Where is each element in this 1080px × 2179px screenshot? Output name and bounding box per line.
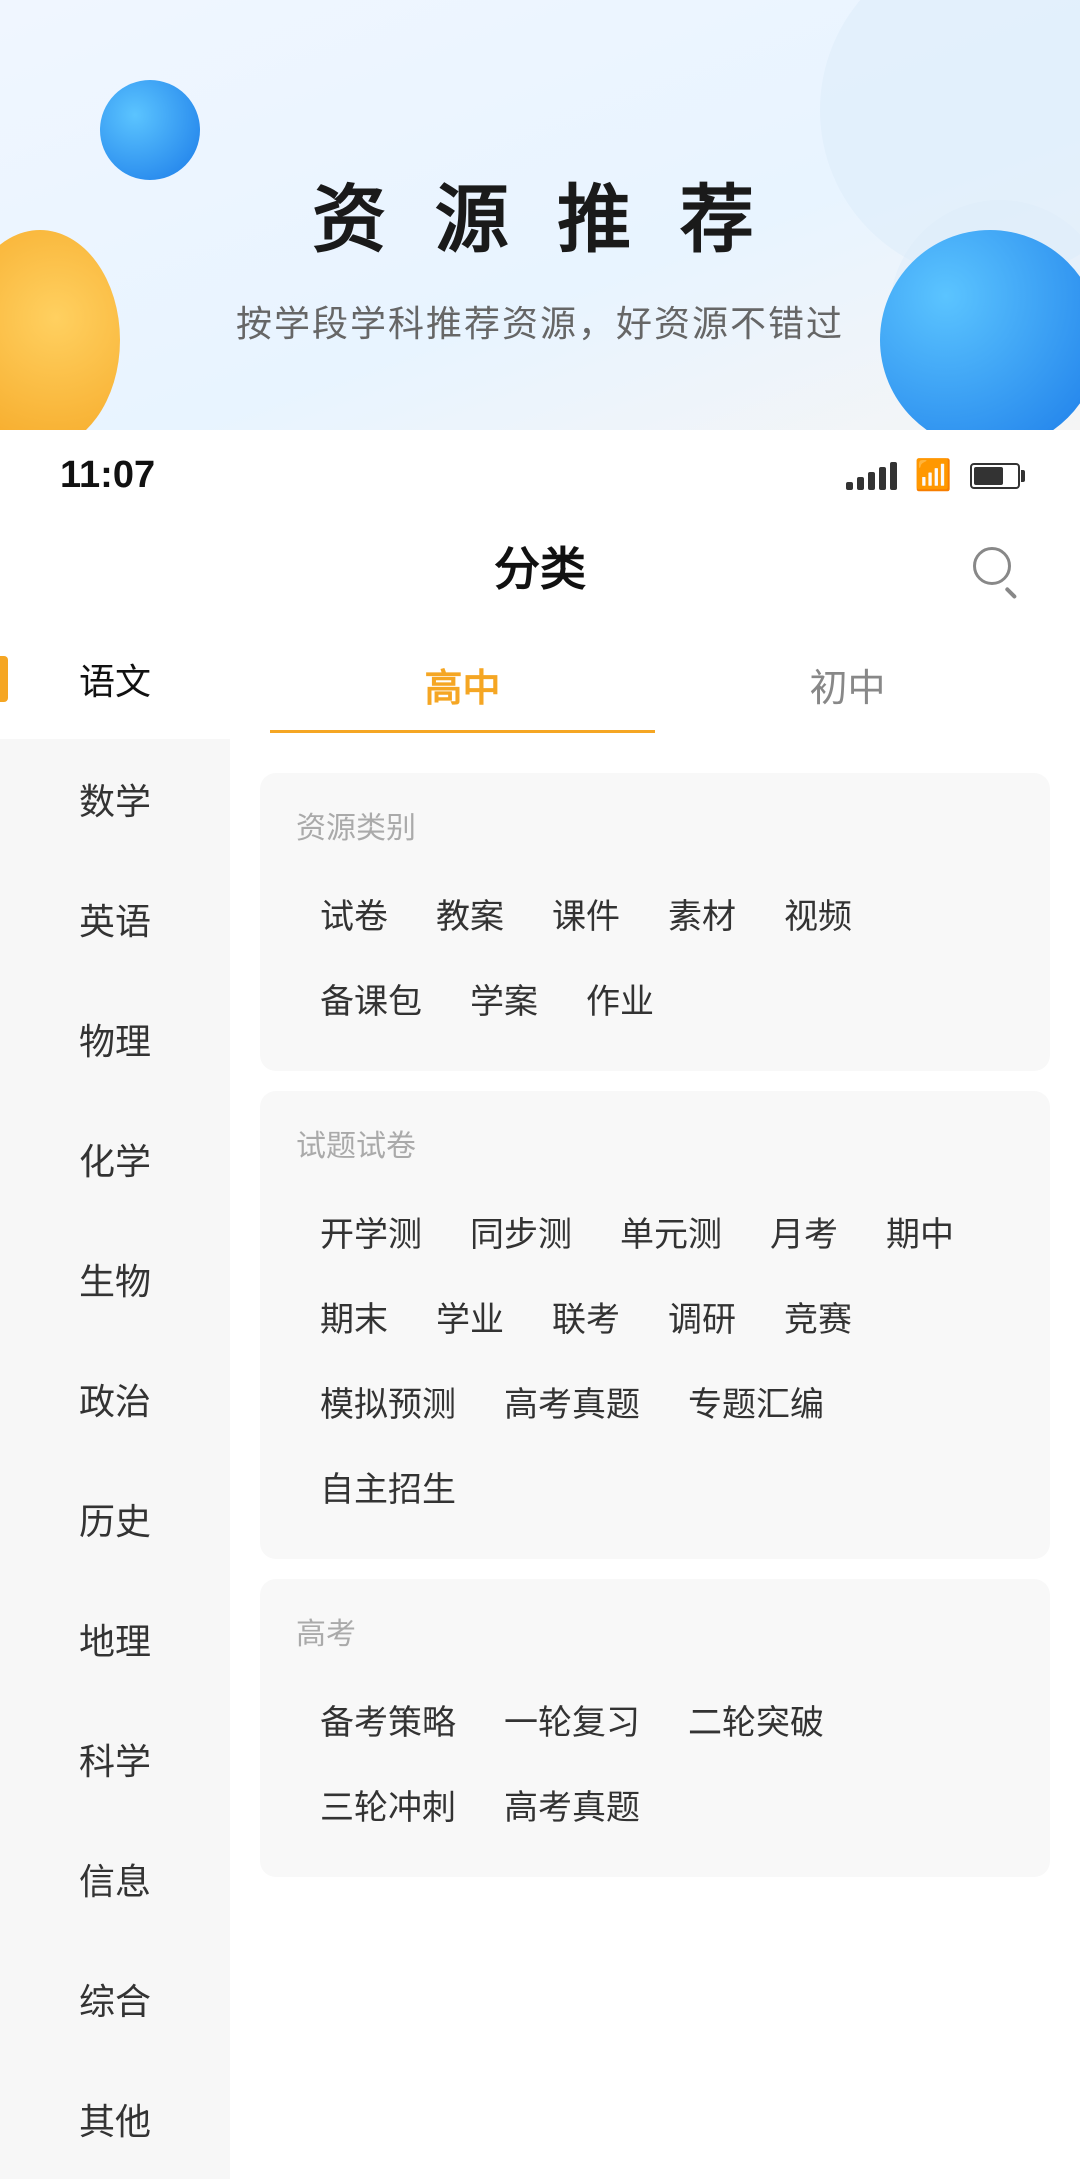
sidebar-item-shengwu[interactable]: 生物 — [0, 1219, 230, 1339]
sidebar-item-yuwen[interactable]: 语文 — [0, 619, 230, 739]
sidebar-item-zonghe[interactable]: 综合 — [0, 1939, 230, 2059]
sidebar-item-dili[interactable]: 地理 — [0, 1579, 230, 1699]
tag-联考[interactable]: 联考 — [528, 1274, 644, 1359]
phone-frame: 11:07 📶 分类 语文数学英语 — [0, 430, 1080, 2179]
tag-期末[interactable]: 期末 — [296, 1274, 412, 1359]
tag-学案[interactable]: 学案 — [446, 956, 562, 1041]
hero-subtitle: 按学段学科推荐资源，好资源不错过 — [236, 295, 844, 347]
tag-高考真题[interactable]: 高考真题 — [480, 1762, 664, 1847]
tag-grid-resource-type: 试卷教案课件素材视频备课包学案作业 — [296, 871, 1014, 1041]
status-icons: 📶 — [846, 458, 1020, 493]
tag-同步测[interactable]: 同步测 — [446, 1189, 596, 1274]
tag-grid-gaokao: 备考策略一轮复习二轮突破三轮冲刺高考真题 — [296, 1677, 1014, 1847]
tag-备考策略[interactable]: 备考策略 — [296, 1677, 480, 1762]
right-content: 高中初中 资源类别试卷教案课件素材视频备课包学案作业试题试卷开学测同步测单元测月… — [230, 619, 1080, 2179]
sidebar-item-shuxue[interactable]: 数学 — [0, 739, 230, 859]
tag-二轮突破[interactable]: 二轮突破 — [664, 1677, 848, 1762]
tag-试卷[interactable]: 试卷 — [296, 871, 412, 956]
tag-月考[interactable]: 月考 — [746, 1189, 862, 1274]
tag-grid-exam-type: 开学测同步测单元测月考期中期末学业联考调研竞赛模拟预测高考真题专题汇编自主招生 — [296, 1189, 1014, 1529]
tag-课件[interactable]: 课件 — [528, 871, 644, 956]
sidebar-item-lishi[interactable]: 历史 — [0, 1459, 230, 1579]
sidebar: 语文数学英语物理化学生物政治历史地理科学信息综合其他 — [0, 619, 230, 2179]
tag-学业[interactable]: 学业 — [412, 1274, 528, 1359]
tag-高考真题[interactable]: 高考真题 — [480, 1359, 664, 1444]
status-bar: 11:07 📶 — [0, 430, 1080, 513]
grade-tabs: 高中初中 — [230, 619, 1080, 753]
sidebar-item-wuli[interactable]: 物理 — [0, 979, 230, 1099]
sidebar-item-qita[interactable]: 其他 — [0, 2059, 230, 2179]
section-label-exam-type: 试题试卷 — [296, 1121, 1014, 1165]
tag-备课包[interactable]: 备课包 — [296, 956, 446, 1041]
tag-作业[interactable]: 作业 — [562, 956, 678, 1041]
tag-开学测[interactable]: 开学测 — [296, 1189, 446, 1274]
section-exam-type: 试题试卷开学测同步测单元测月考期中期末学业联考调研竞赛模拟预测高考真题专题汇编自… — [260, 1091, 1050, 1559]
top-bar: 分类 — [0, 513, 1080, 619]
tag-三轮冲刺[interactable]: 三轮冲刺 — [296, 1762, 480, 1847]
hero-title: 资 源 推 荐 — [312, 160, 768, 267]
tag-教案[interactable]: 教案 — [412, 871, 528, 956]
wifi-icon: 📶 — [915, 458, 952, 493]
tag-竞赛[interactable]: 竞赛 — [760, 1274, 876, 1359]
page-title: 分类 — [116, 533, 964, 599]
tag-一轮复习[interactable]: 一轮复习 — [480, 1677, 664, 1762]
battery-icon — [970, 463, 1020, 489]
sidebar-item-yingyu[interactable]: 英语 — [0, 859, 230, 979]
tag-专题汇编[interactable]: 专题汇编 — [664, 1359, 848, 1444]
tag-期中[interactable]: 期中 — [862, 1189, 978, 1274]
sidebar-item-huaxue[interactable]: 化学 — [0, 1099, 230, 1219]
status-time: 11:07 — [60, 454, 155, 497]
hero-section: 资 源 推 荐 按学段学科推荐资源，好资源不错过 — [0, 0, 1080, 430]
section-label-resource-type: 资源类别 — [296, 803, 1014, 847]
sidebar-item-zhengzhi[interactable]: 政治 — [0, 1339, 230, 1459]
tag-自主招生[interactable]: 自主招生 — [296, 1444, 480, 1529]
section-gaokao: 高考备考策略一轮复习二轮突破三轮冲刺高考真题 — [260, 1579, 1050, 1877]
main-content: 语文数学英语物理化学生物政治历史地理科学信息综合其他 高中初中 资源类别试卷教案… — [0, 619, 1080, 2179]
tag-调研[interactable]: 调研 — [644, 1274, 760, 1359]
sidebar-item-kexue[interactable]: 科学 — [0, 1699, 230, 1819]
tab-chuzhong[interactable]: 初中 — [655, 639, 1040, 733]
tag-单元测[interactable]: 单元测 — [596, 1189, 746, 1274]
hero-content: 资 源 推 荐 按学段学科推荐资源，好资源不错过 — [0, 0, 1080, 347]
section-label-gaokao: 高考 — [296, 1609, 1014, 1653]
section-resource-type: 资源类别试卷教案课件素材视频备课包学案作业 — [260, 773, 1050, 1071]
search-button[interactable] — [964, 538, 1020, 594]
tag-视频[interactable]: 视频 — [760, 871, 876, 956]
signal-icon — [846, 462, 897, 490]
search-icon — [973, 547, 1011, 585]
tag-素材[interactable]: 素材 — [644, 871, 760, 956]
tag-模拟预测[interactable]: 模拟预测 — [296, 1359, 480, 1444]
tab-gaozhong[interactable]: 高中 — [270, 639, 655, 733]
sidebar-item-xinxi[interactable]: 信息 — [0, 1819, 230, 1939]
